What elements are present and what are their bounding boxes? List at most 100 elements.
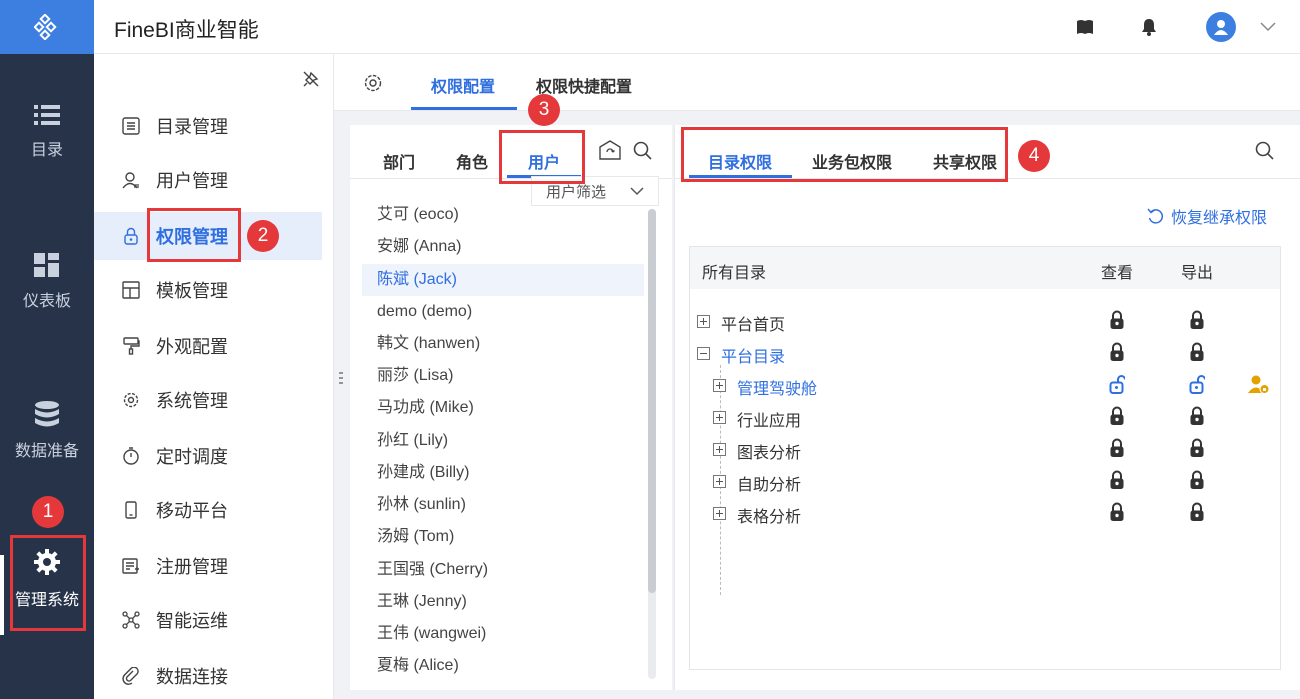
submenu-item-system[interactable]: 系统管理 [94,376,322,424]
callout-box [147,208,241,262]
chevron-down-icon [630,187,644,196]
tree-row[interactable]: 管理驾驶舱 [690,369,1280,401]
lock-icon[interactable] [1189,502,1205,522]
user-list-item[interactable]: 安娜 (Anna) [362,231,644,263]
user-list-item[interactable]: 王国强 (Cherry) [362,554,644,586]
lock-icon[interactable] [1189,406,1205,426]
dashboard-icon [34,253,59,277]
nav-item-label: 数据准备 [14,443,79,460]
callout-box [499,130,585,184]
tree-row[interactable]: 表格分析 [690,497,1280,529]
lock-icon[interactable] [1109,406,1125,426]
lock-icon[interactable] [1109,342,1125,362]
expand-toggle[interactable] [713,411,726,424]
lock-icon[interactable] [1109,502,1125,522]
user-list-item[interactable]: 孙红 (Lily) [362,425,644,457]
restore-inherit-label: 恢复继承权限 [1171,210,1268,227]
tab-permission-config[interactable]: 权限配置 [431,73,495,97]
settings-icon [120,389,142,411]
network-icon [120,609,142,631]
expand-toggle[interactable] [697,315,710,328]
search-icon[interactable] [633,141,652,160]
user-list-item[interactable]: 汤姆 (Tom) [362,521,644,553]
user-list-item[interactable]: 王伟 (wangwei) [362,618,644,650]
lock-icon [120,225,142,247]
user-list-item[interactable]: 马功成 (Mike) [362,392,644,424]
tree-row[interactable]: 平台目录 [690,337,1280,369]
expand-toggle[interactable] [713,379,726,392]
lock-icon[interactable] [1189,438,1205,458]
bell-icon[interactable] [1141,18,1157,36]
register-icon [120,555,142,577]
app-title: FineBI商业智能 [114,19,259,42]
user-list-item[interactable]: 夏梅 (Alice) [362,650,644,682]
pin-icon[interactable] [302,70,320,88]
lock-icon[interactable] [1189,342,1205,362]
user-list-item[interactable]: 孙林 (sunlin) [362,489,644,521]
submenu-item-label: 外观配置 [156,337,228,357]
top-header: FineBI商业智能 [94,0,1300,54]
tab-role[interactable]: 角色 [456,149,488,173]
user-list-item-selected[interactable]: 陈斌 (Jack) [362,264,644,296]
user-manage-icon [120,169,142,191]
chevron-down-icon[interactable] [1260,22,1276,32]
tree-row-label: 行业应用 [737,413,802,430]
user-list-scrollbar[interactable] [648,209,656,593]
restore-inherit-button[interactable]: 恢复继承权限 [1147,204,1267,228]
book-icon[interactable] [1076,18,1094,36]
submenu-item-schedule[interactable]: 定时调度 [94,432,322,480]
submenu-item-label: 用户管理 [156,171,228,191]
user-list-item[interactable]: 韩文 (hanwen) [362,328,644,360]
tree-row[interactable]: 自助分析 [690,465,1280,497]
tab-department[interactable]: 部门 [383,149,415,173]
expand-toggle[interactable] [713,507,726,520]
tree-row[interactable]: 行业应用 [690,401,1280,433]
top-tabs: 权限配置 权限快捷配置 [334,54,1300,111]
unlock-icon[interactable] [1109,374,1125,394]
nav-item-catalog[interactable]: 目录 [0,104,94,160]
unlock-icon[interactable] [1189,374,1205,394]
logo[interactable] [0,0,94,54]
tree-row-label: 表格分析 [737,509,802,526]
submenu-item-appearance[interactable]: 外观配置 [94,322,322,370]
avatar[interactable] [1206,12,1236,42]
tree-row[interactable]: 图表分析 [690,433,1280,465]
user-list-item[interactable]: 丽莎 (Lisa) [362,360,644,392]
search-icon[interactable] [1255,141,1274,160]
user-list-item[interactable]: demo (demo) [362,296,644,328]
user-permission-icon[interactable] [1248,374,1270,394]
submenu-item-data-connection[interactable]: 数据连接 [94,652,322,699]
tree-row[interactable]: 平台首页 [690,305,1280,337]
step-badge: 1 [32,496,64,528]
lock-icon[interactable] [1189,470,1205,490]
lock-icon[interactable] [1109,470,1125,490]
gear-icon[interactable] [363,73,383,93]
user-list-item[interactable]: 艾可 (eoco) [362,199,644,231]
tab-permission-quick-config[interactable]: 权限快捷配置 [536,73,632,97]
collapse-toggle[interactable] [697,347,710,360]
tree-row-label: 管理驾驶舱 [737,381,818,398]
user-list-item[interactable]: 孙建成 (Billy) [362,457,644,489]
submenu-item-users[interactable]: 用户管理 [94,156,322,204]
expand-toggle[interactable] [713,443,726,456]
submenu-item-registration[interactable]: 注册管理 [94,542,322,590]
column-header: 查看 [1101,265,1134,282]
tree-row-label: 平台目录 [721,349,786,366]
active-tab-underline [411,107,517,110]
expand-toggle[interactable] [713,475,726,488]
nav-item-dashboard[interactable]: 仪表板 [0,253,94,311]
submenu-item-mobile[interactable]: 移动平台 [94,486,322,534]
tree-row-label: 平台首页 [721,317,786,334]
lock-icon[interactable] [1109,310,1125,330]
link-icon [120,665,142,687]
lock-icon[interactable] [1109,438,1125,458]
submenu-item-catalog[interactable]: 目录管理 [94,102,322,150]
submenu-item-templates[interactable]: 模板管理 [94,266,322,314]
resize-handle[interactable] [339,370,343,390]
sync-folder-icon[interactable] [599,140,621,160]
lock-icon[interactable] [1189,310,1205,330]
nav-item-data-prep[interactable]: 数据准备 [0,401,94,461]
submenu-item-ops[interactable]: 智能运维 [94,596,322,644]
user-list-item[interactable]: 王琳 (Jenny) [362,586,644,618]
submenu-item-label: 系统管理 [156,391,228,411]
